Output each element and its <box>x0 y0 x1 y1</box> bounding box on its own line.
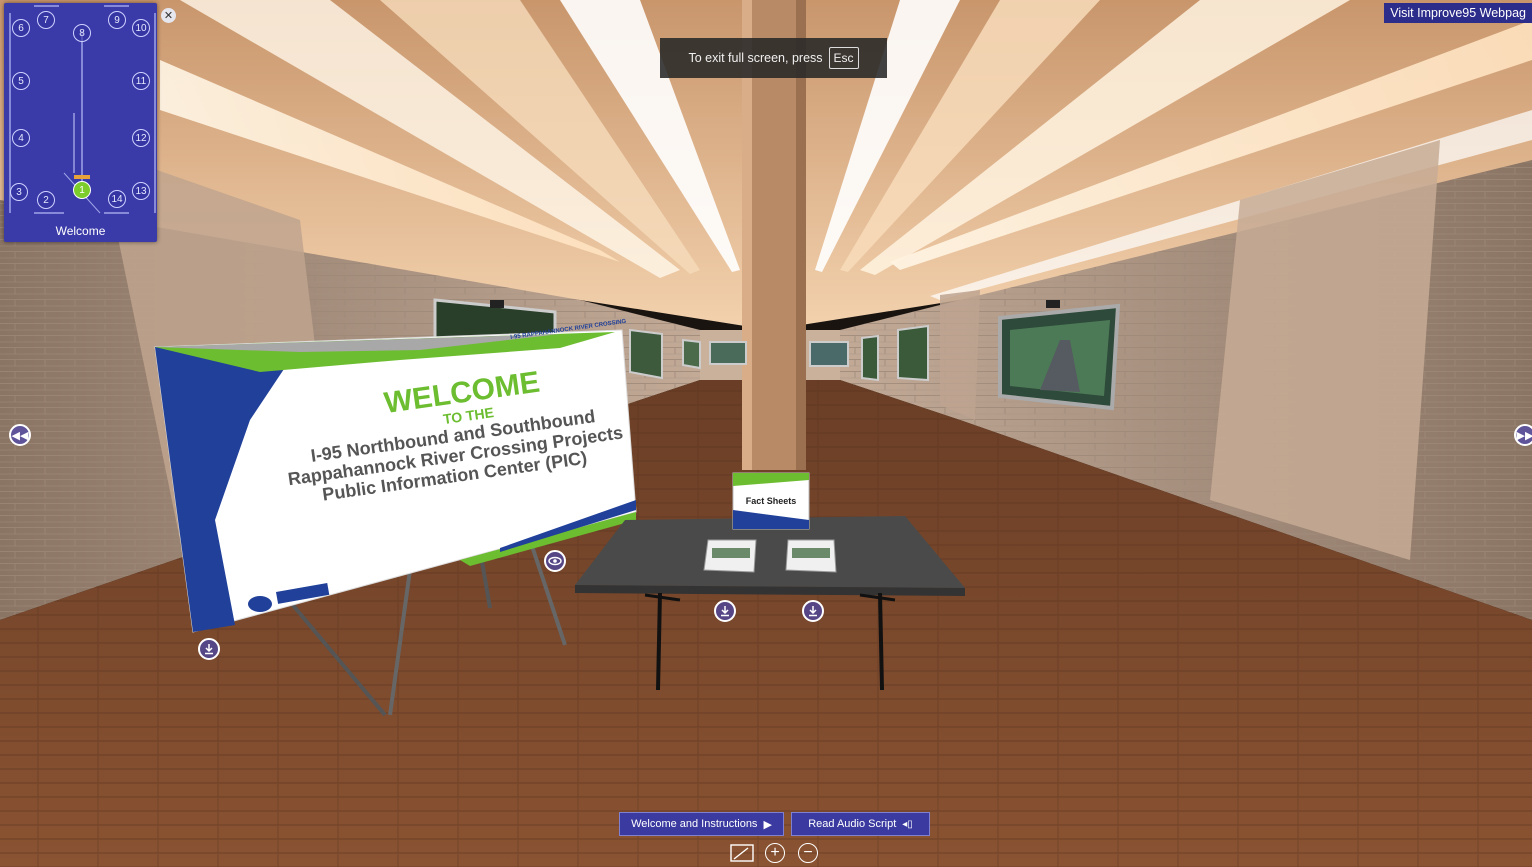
minimap-node-5[interactable]: 5 <box>12 72 30 90</box>
forward-icon: ▶▶ <box>1516 429 1532 442</box>
minimap-node-2[interactable]: 2 <box>37 191 55 209</box>
next-room-arrow[interactable]: ▶▶ <box>1514 424 1532 446</box>
visit-webpage-link[interactable]: Visit Improve95 Webpag <box>1384 3 1532 23</box>
fullscreen-icon <box>730 844 754 862</box>
fullscreen-toggle-button[interactable] <box>730 843 754 863</box>
minimap-node-7[interactable]: 7 <box>37 11 55 29</box>
plus-icon: + <box>770 844 780 861</box>
eye-icon <box>548 556 562 566</box>
minimap-node-11[interactable]: 11 <box>132 72 150 90</box>
rewind-icon: ◀◀ <box>11 429 29 442</box>
minimap-node-12[interactable]: 12 <box>132 129 150 147</box>
minimap-node-13[interactable]: 13 <box>132 182 150 200</box>
minus-icon: − <box>803 844 813 861</box>
minimap-node-1-current[interactable]: 1 <box>73 181 91 199</box>
fullscreen-toast-text: To exit full screen, press <box>688 51 823 65</box>
close-icon: ✕ <box>163 10 174 22</box>
speaker-icon: ◂▯ <box>902 818 913 830</box>
minimap-node-9[interactable]: 9 <box>108 11 126 29</box>
fullscreen-exit-toast: To exit full screen, press Esc <box>660 38 887 78</box>
gallery-scene[interactable] <box>0 0 1532 867</box>
download-factsheet-1-hotspot[interactable] <box>714 600 736 622</box>
minimap-close-button[interactable]: ✕ <box>161 8 176 23</box>
zoom-in-button[interactable]: + <box>765 843 785 863</box>
minimap-node-8[interactable]: 8 <box>73 24 91 42</box>
play-icon: ▶ <box>763 818 772 831</box>
download-poster-hotspot[interactable] <box>198 638 220 660</box>
minimap-node-4[interactable]: 4 <box>12 129 30 147</box>
previous-room-arrow[interactable]: ◀◀ <box>9 424 31 446</box>
minimap-node-3[interactable]: 3 <box>10 183 28 201</box>
minimap-node-10[interactable]: 10 <box>132 19 150 37</box>
download-icon <box>205 644 213 655</box>
read-audio-script-label: Read Audio Script <box>808 818 897 830</box>
esc-key-badge: Esc <box>828 47 859 69</box>
minimap-location-label: Welcome <box>55 224 106 238</box>
download-icon <box>721 606 729 617</box>
minimap-node-6[interactable]: 6 <box>12 19 30 37</box>
zoom-out-button[interactable]: − <box>798 843 818 863</box>
eye-view-hotspot[interactable] <box>544 550 566 572</box>
welcome-instructions-label: Welcome and Instructions <box>631 818 758 830</box>
download-icon <box>809 606 817 617</box>
fact-sheets-label: Fact Sheets <box>745 496 797 506</box>
poster-header-small: I-95 RAPPAHANNOCK RIVER CROSSING <box>510 318 627 341</box>
minimap-panel: 6 7 8 9 10 5 11 4 12 3 2 1 14 13 Welcome <box>4 3 157 242</box>
download-factsheet-2-hotspot[interactable] <box>802 600 824 622</box>
welcome-instructions-button[interactable]: Welcome and Instructions ▶ <box>619 812 784 836</box>
read-audio-script-button[interactable]: Read Audio Script ◂▯ <box>791 812 930 836</box>
minimap-node-14[interactable]: 14 <box>108 190 126 208</box>
